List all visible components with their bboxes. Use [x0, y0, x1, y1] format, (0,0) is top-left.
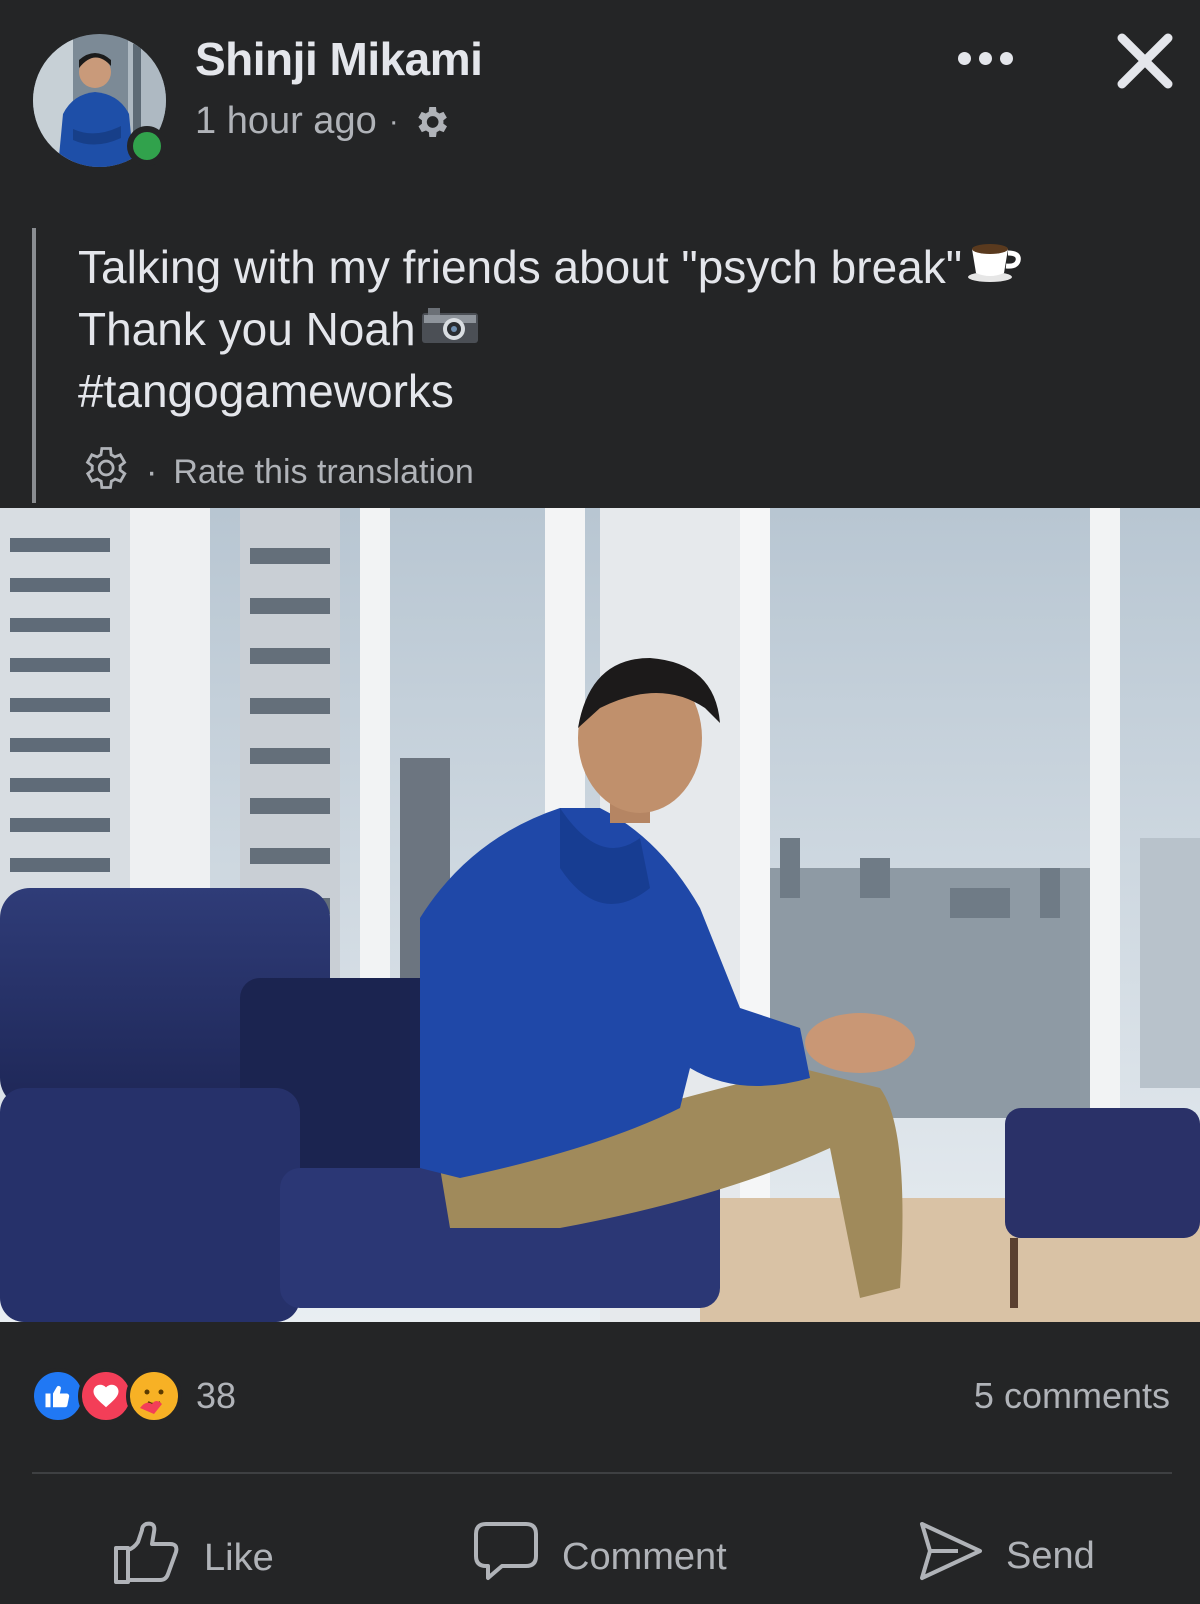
send-label: Send [1006, 1534, 1095, 1577]
close-icon [1117, 33, 1173, 89]
camera-icon [420, 298, 480, 360]
more-dot [957, 51, 971, 65]
translation-row: · Rate this translation [78, 442, 474, 503]
translation-separator: · [146, 453, 158, 491]
post-header: Shinji Mikami 1 hour ago · [0, 0, 1200, 200]
reaction-count: 38 [196, 1375, 237, 1416]
post-actions: Like Comment Send [0, 1500, 1200, 1600]
send-button[interactable]: Send [918, 1520, 1095, 1592]
comments-count[interactable]: 5 comments [974, 1375, 1170, 1417]
meta-separator: · [388, 104, 399, 138]
reactions-summary[interactable]: 38 [30, 1368, 236, 1424]
like-button[interactable]: Like [112, 1520, 274, 1596]
more-dot [978, 51, 992, 65]
rate-translation-link[interactable]: Rate this translation [173, 453, 474, 492]
comment-label: Comment [562, 1535, 727, 1578]
post-body: Talking with my friends about "psych bre… [78, 236, 1024, 422]
actions-divider [32, 1472, 1172, 1474]
post-line: Thank you Noah [78, 298, 1024, 360]
coffee-icon [966, 236, 1024, 298]
thumbs-up-icon [112, 1520, 182, 1596]
quote-bar [32, 228, 36, 503]
like-label: Like [204, 1536, 274, 1579]
post-hashtag[interactable]: #tangogameworks [78, 360, 1024, 422]
post-timestamp[interactable]: 1 hour ago [195, 100, 377, 143]
post-meta: 1 hour ago · [195, 100, 451, 143]
care-reaction-icon [126, 1368, 182, 1424]
online-status-indicator [127, 126, 167, 166]
post-photo[interactable] [0, 508, 1200, 1322]
author-name[interactable]: Shinji Mikami [195, 32, 483, 86]
close-button[interactable] [1110, 26, 1180, 96]
send-icon [918, 1520, 984, 1592]
more-dot [999, 51, 1013, 65]
gear-icon[interactable] [78, 442, 130, 503]
gear-icon [411, 102, 451, 142]
comment-bubble-icon [472, 1520, 540, 1594]
post-line: Talking with my friends about "psych bre… [78, 236, 1024, 298]
more-options-button[interactable] [950, 38, 1020, 78]
comment-button[interactable]: Comment [472, 1520, 727, 1594]
